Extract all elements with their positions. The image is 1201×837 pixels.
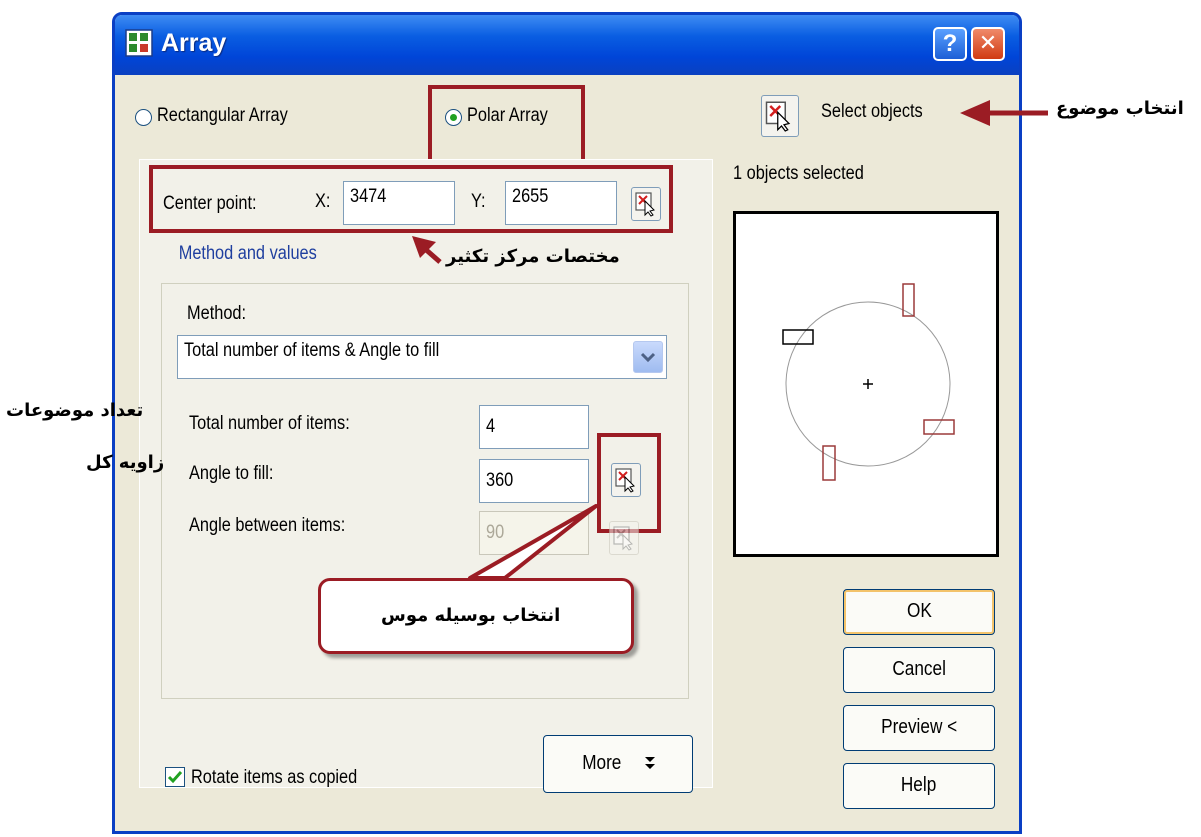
mouse-select-callout: انتخاب بوسیله موس: [318, 578, 634, 654]
arrow-icon: [960, 100, 1048, 126]
annotation-item-count: تعداد موضوعات: [6, 400, 144, 421]
annotation-arrows: [412, 100, 1048, 580]
annotation-center-coords: مختصات مرکز تکثیر: [446, 246, 620, 267]
annotation-total-angle: زاویه کل: [86, 452, 165, 473]
annotation-mouse-select: انتخاب بوسیله موس: [381, 605, 561, 626]
callout-pointer: [468, 504, 598, 580]
annotation-select-object: انتخاب موضوع: [1056, 98, 1184, 119]
arrow-icon: [412, 236, 442, 264]
